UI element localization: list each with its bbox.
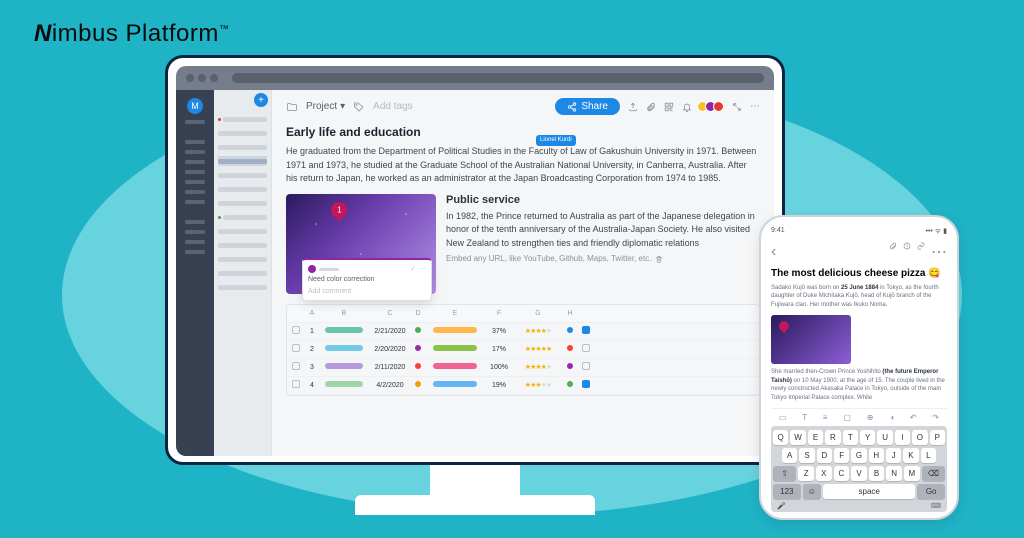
attachment-icon[interactable] (889, 242, 897, 250)
data-table[interactable]: ABCDEFGH 12/21/202037%★★★★★22/20/202017%… (286, 304, 760, 396)
tag-icon (353, 101, 365, 113)
key-Y[interactable]: Y (860, 430, 875, 445)
window-titlebar (176, 66, 774, 90)
add-note-button[interactable]: + (254, 93, 268, 107)
align-icon[interactable]: ≡ (823, 413, 828, 422)
key-X[interactable]: X (816, 466, 832, 481)
collaborator-cursor-label: Lionel Kurdi (536, 135, 576, 146)
add-comment-input[interactable]: Add comment (308, 288, 426, 295)
key-K[interactable]: K (903, 448, 918, 463)
heading-1: Early life and education (286, 125, 760, 139)
key-O[interactable]: O (912, 430, 927, 445)
brand-logo: NNimbus Platformimbus Platform™ (34, 20, 229, 48)
key-T[interactable]: T (843, 430, 858, 445)
workspace-rail: M (176, 90, 214, 456)
note-list-panel: + (214, 90, 272, 456)
key-G[interactable]: G (851, 448, 866, 463)
phone-toolbar: ‹ ⋯ (771, 242, 947, 262)
key-Z[interactable]: Z (798, 466, 814, 481)
annotation-pin[interactable]: 1 (328, 198, 351, 221)
heading-2: Public service (446, 194, 760, 206)
key-C[interactable]: C (834, 466, 850, 481)
key-P[interactable]: P (930, 430, 945, 445)
text-icon[interactable]: T (802, 413, 807, 422)
more-icon[interactable]: ⋯ (750, 101, 760, 112)
phone-status-bar: 9:41 ••• ᯤ ▮ (771, 227, 947, 236)
bell-icon[interactable] (682, 102, 692, 112)
key-W[interactable]: W (790, 430, 805, 445)
key-mic-icon[interactable]: 🎤 (777, 502, 786, 510)
table-row[interactable]: 12/21/202037%★★★★★ (287, 323, 759, 341)
trash-icon[interactable] (655, 255, 663, 263)
key-L[interactable]: L (921, 448, 936, 463)
key-123[interactable]: 123 (773, 484, 801, 499)
key-B[interactable]: B (869, 466, 885, 481)
key-Q[interactable]: Q (773, 430, 788, 445)
share-icon (567, 102, 577, 112)
collaborator-avatars[interactable] (700, 101, 724, 112)
table-row[interactable]: 32/11/2020100%★★★★★ (287, 359, 759, 377)
key-I[interactable]: I (895, 430, 910, 445)
key-go[interactable]: Go (917, 484, 945, 499)
add-icon[interactable]: ⊕ (867, 413, 874, 422)
editor-toolbar: Project▾ Add tags Share (286, 98, 760, 115)
key-S[interactable]: S (799, 448, 814, 463)
clock-icon[interactable] (903, 242, 911, 250)
key-A[interactable]: A (782, 448, 797, 463)
key-emoji[interactable]: ☺ (803, 484, 821, 499)
annotation-pin[interactable] (777, 319, 791, 333)
link-icon[interactable] (917, 242, 925, 250)
paragraph-2[interactable]: In 1982, the Prince returned to Australi… (446, 210, 760, 251)
note-list-item-selected[interactable] (218, 156, 267, 166)
paragraph-1[interactable]: He graduated from the Department of Poli… (286, 145, 760, 186)
image-icon[interactable]: ▢ (843, 413, 851, 422)
format-bold-icon[interactable]: ▭ (779, 413, 787, 422)
key-H[interactable]: H (869, 448, 884, 463)
add-tags-button[interactable]: Add tags (373, 101, 412, 112)
palette-icon[interactable]: ◑ (889, 413, 894, 422)
desktop-monitor: M + (165, 55, 785, 515)
workspace-avatar[interactable]: M (187, 98, 203, 114)
key-⌫[interactable]: ⌫ (922, 466, 945, 481)
export-icon[interactable] (628, 102, 638, 112)
key-F[interactable]: F (834, 448, 849, 463)
phone-paragraph-1[interactable]: Sadako Kujō was born on 25 June 1884 in … (771, 284, 947, 309)
mobile-phone: 9:41 ••• ᯤ ▮ ‹ ⋯ The most delicious chee… (759, 215, 959, 520)
phone-format-toolbar: ▭ T ≡ ▢ ⊕ ◑ ↶ ↷ (771, 408, 947, 422)
key-J[interactable]: J (886, 448, 901, 463)
folder-icon (286, 101, 298, 113)
key-⇧[interactable]: ⇧ (773, 466, 796, 481)
comment-text: Need color correction (308, 276, 426, 283)
table-row[interactable]: 44/2/202019%★★★★★ (287, 377, 759, 395)
embed-placeholder[interactable]: Embed any URL, like YouTube, Github, Map… (446, 254, 760, 263)
redo-icon[interactable]: ↷ (932, 413, 939, 422)
key-V[interactable]: V (851, 466, 867, 481)
key-U[interactable]: U (877, 430, 892, 445)
phone-paragraph-2[interactable]: She married then-Crown Prince Yoshihito … (771, 368, 947, 402)
key-R[interactable]: R (825, 430, 840, 445)
key-D[interactable]: D (817, 448, 832, 463)
phone-inline-image[interactable] (771, 315, 851, 364)
table-header-row: ABCDEFGH (287, 305, 759, 323)
back-icon[interactable]: ‹ (771, 243, 776, 261)
breadcrumb[interactable]: Project▾ (306, 101, 345, 112)
table-row[interactable]: 22/20/202017%★★★★★ (287, 341, 759, 359)
editor-area: Project▾ Add tags Share (272, 90, 774, 456)
undo-icon[interactable]: ↶ (910, 413, 917, 422)
phone-keyboard: QWERTYUIOP ASDFGHJKL ⇧ZXCVBNM⌫ 123 ☺ spa… (771, 426, 947, 512)
phone-doc-title[interactable]: The most delicious cheese pizza 😋 (771, 268, 947, 280)
comment-popover[interactable]: ✓⋯ Need color correction Add comment (302, 258, 432, 301)
key-E[interactable]: E (808, 430, 823, 445)
share-button[interactable]: Share (555, 98, 620, 115)
more-icon[interactable]: ⋯ (931, 242, 947, 262)
qr-icon[interactable] (664, 102, 674, 112)
key-N[interactable]: N (886, 466, 902, 481)
key-M[interactable]: M (904, 466, 920, 481)
expand-icon[interactable] (732, 102, 742, 112)
key-space[interactable]: space (823, 484, 915, 499)
key-dismiss-icon[interactable]: ⌨︎ (931, 502, 941, 510)
attachment-icon[interactable] (646, 102, 656, 112)
